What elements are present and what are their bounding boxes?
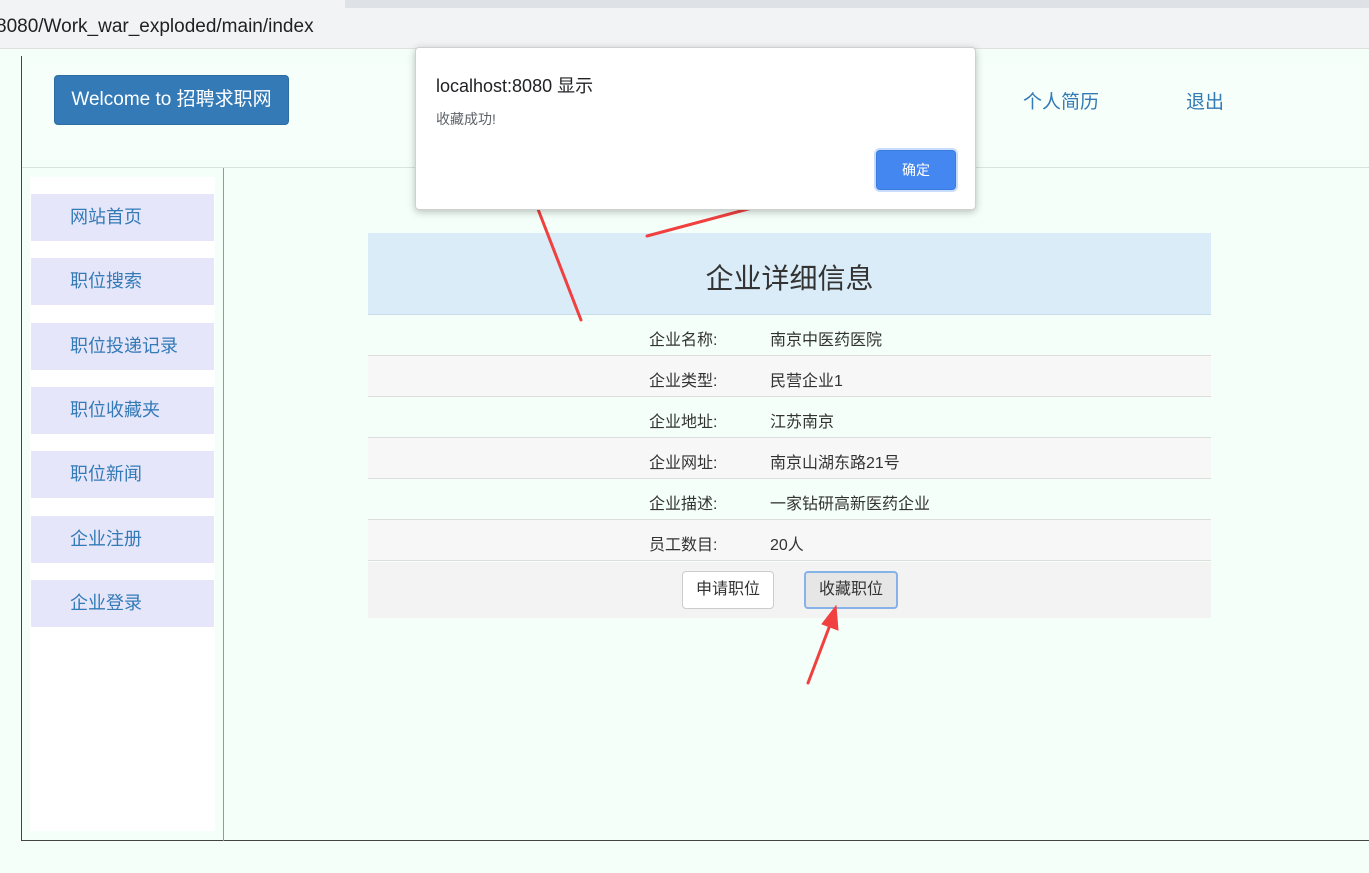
alert-dialog: localhost:8080 显示 收藏成功! 确定 bbox=[415, 47, 976, 210]
sidebar-item-job-news[interactable]: 职位新闻 bbox=[31, 451, 214, 498]
address-bar[interactable]: 8080/Work_war_exploded/main/index bbox=[0, 8, 1369, 49]
dialog-title: localhost:8080 显示 bbox=[436, 76, 594, 96]
detail-row: 企业描述: 一家钻研高新医药企业 bbox=[368, 479, 1211, 520]
detail-label: 员工数目: bbox=[649, 537, 718, 554]
dialog-ok-button[interactable]: 确定 bbox=[876, 150, 956, 190]
detail-label: 企业地址: bbox=[649, 414, 718, 431]
detail-value: 南京中医药医院 bbox=[770, 332, 883, 349]
detail-value: 一家钻研高新医药企业 bbox=[770, 496, 931, 513]
welcome-button[interactable]: Welcome to 招聘求职网 bbox=[54, 75, 289, 125]
url-text[interactable]: 8080/Work_war_exploded/main/index bbox=[0, 16, 314, 38]
detail-label: 企业网址: bbox=[649, 455, 718, 472]
favorite-job-button[interactable]: 收藏职位 bbox=[804, 571, 898, 609]
nav-logout-link[interactable]: 退出 bbox=[1186, 87, 1224, 114]
sidebar-divider bbox=[223, 168, 224, 841]
sidebar-item-company-login[interactable]: 企业登录 bbox=[31, 580, 214, 627]
sidebar-item-company-register[interactable]: 企业注册 bbox=[31, 516, 214, 563]
detail-row: 企业名称: 南京中医药医院 bbox=[368, 315, 1211, 356]
panel-title: 企业详细信息 bbox=[368, 233, 1211, 315]
browser-tab[interactable] bbox=[0, 0, 345, 8]
dialog-message: 收藏成功! bbox=[436, 111, 496, 127]
sidebar-item-job-search[interactable]: 职位搜索 bbox=[31, 258, 214, 305]
detail-value: 江苏南京 bbox=[770, 414, 835, 431]
sidebar-item-favorites[interactable]: 职位收藏夹 bbox=[31, 387, 214, 434]
company-detail-panel: 企业详细信息 企业名称: 南京中医药医院 企业类型: 民营企业1 企业地址: 江… bbox=[368, 233, 1211, 618]
sidebar-item-application-history[interactable]: 职位投递记录 bbox=[31, 323, 214, 370]
detail-value: 民营企业1 bbox=[770, 373, 843, 390]
detail-row: 企业网址: 南京山湖东路21号 bbox=[368, 438, 1211, 479]
sidebar-item-home[interactable]: 网站首页 bbox=[31, 194, 214, 241]
detail-row: 企业类型: 民营企业1 bbox=[368, 356, 1211, 397]
apply-job-button[interactable]: 申请职位 bbox=[682, 571, 774, 609]
detail-row: 员工数目: 20人 bbox=[368, 520, 1211, 561]
action-row: 申请职位 收藏职位 bbox=[368, 562, 1211, 618]
detail-value: 20人 bbox=[770, 537, 804, 554]
detail-label: 企业类型: bbox=[649, 373, 718, 390]
detail-label: 企业描述: bbox=[649, 496, 718, 513]
detail-label: 企业名称: bbox=[649, 332, 718, 349]
nav-resume-link[interactable]: 个人简历 bbox=[1023, 87, 1099, 114]
browser-tab-strip bbox=[0, 0, 1369, 8]
detail-value: 南京山湖东路21号 bbox=[770, 455, 900, 472]
detail-row: 企业地址: 江苏南京 bbox=[368, 397, 1211, 438]
